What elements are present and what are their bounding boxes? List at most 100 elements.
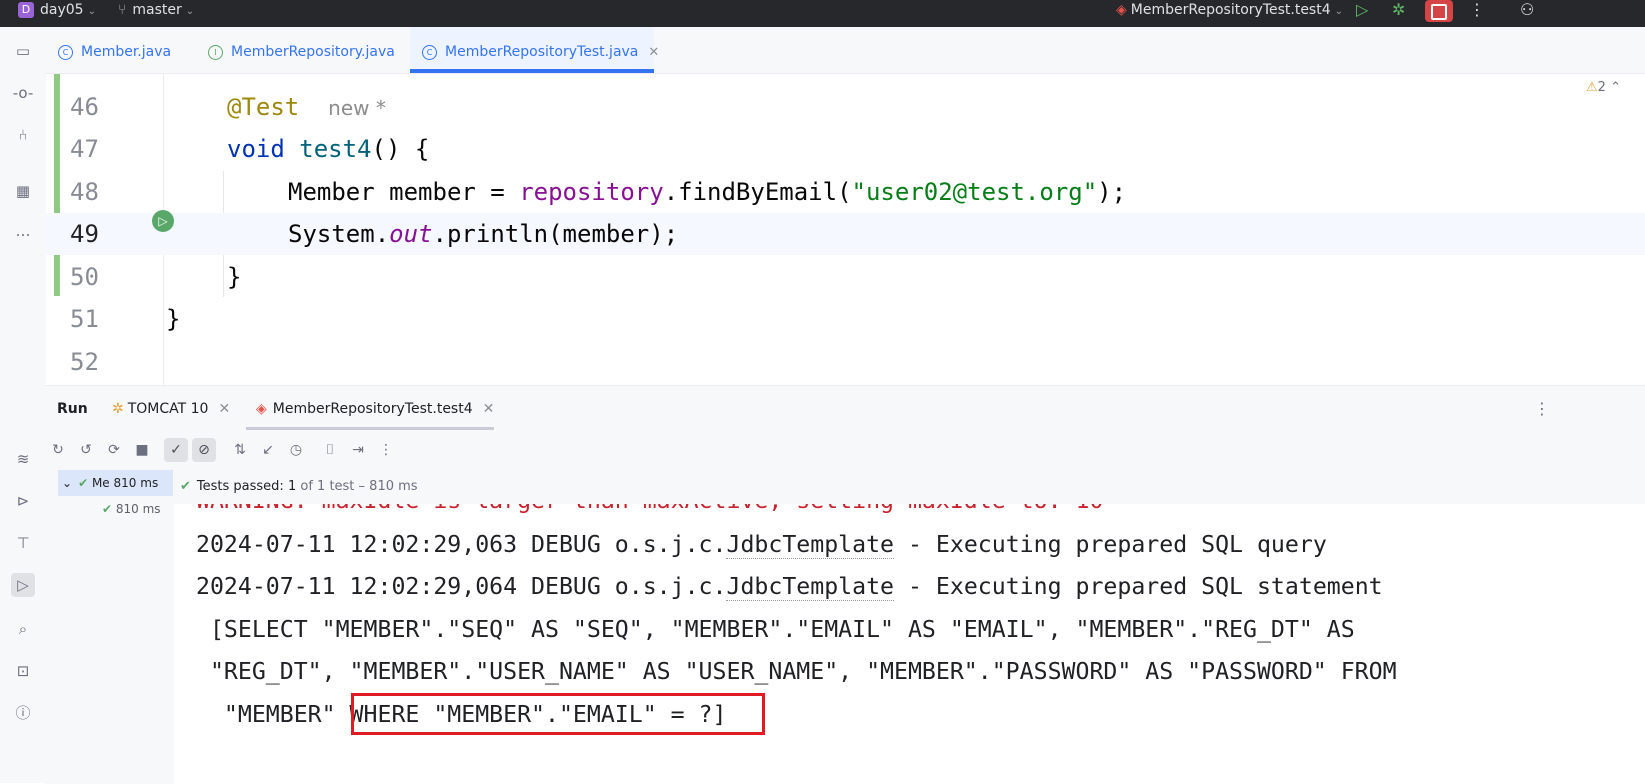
- tab-label: Member.java: [81, 44, 172, 60]
- code-line-46: 46 @Test new *: [46, 86, 1645, 128]
- editor-tabs: C Member.java I MemberRepository.java C Mem…: [46, 27, 1645, 74]
- more-icon[interactable]: ⋮: [374, 438, 398, 462]
- run-test-gutter-icon[interactable]: ▷: [152, 210, 174, 232]
- check-icon: ✔: [180, 479, 191, 494]
- close-icon[interactable]: ✕: [648, 45, 659, 60]
- branch-name: master: [132, 2, 182, 18]
- tree-root-label: Me: [91, 476, 110, 490]
- toggle-auto-test-icon[interactable]: ⟳: [102, 438, 126, 462]
- chevron-down-icon: ⌄: [87, 6, 96, 17]
- stop-icon[interactable]: ■: [130, 438, 154, 462]
- tab-test-run[interactable]: ◈ MemberRepositoryTest.test4 ✕: [246, 386, 494, 430]
- line-number: 46: [70, 93, 99, 121]
- line-number: 52: [70, 348, 99, 376]
- tab-member-java[interactable]: C Member.java: [46, 27, 183, 73]
- run-toolbar: ↻ ↺ ⟳ ■ ✓ ⊘ ⇅ ↙ ◷ ⌷ ⇥ ⋮: [46, 430, 1645, 468]
- console-warning-line: WARNING: maxIdle is larger than maxActiv…: [196, 504, 1103, 522]
- tab-label: TOMCAT 10: [127, 401, 209, 417]
- run-tool-window: Run ✲ TOMCAT 10 ✕ ◈ MemberRepositoryTest.te…: [46, 385, 1645, 784]
- check-icon: ✔: [78, 476, 89, 490]
- stop-button[interactable]: [1425, 0, 1453, 22]
- chevron-down-icon: ⌄: [1334, 6, 1344, 17]
- code-text: @Test new *: [227, 93, 386, 121]
- tab-label: MemberRepository.java: [231, 44, 395, 60]
- show-passed-icon[interactable]: ✓: [164, 438, 188, 462]
- run-tabs: Run ✲ TOMCAT 10 ✕ ◈ MemberRepositoryTest.te…: [46, 386, 1645, 430]
- commit-icon[interactable]: -o-: [11, 81, 35, 105]
- class-link: JdbcTemplate: [726, 531, 895, 559]
- check-icon: ✔: [102, 502, 113, 516]
- tree-child-row[interactable]: ✔ 810 ms: [102, 496, 161, 522]
- branch-selector[interactable]: ⑂ master ⌄: [118, 0, 194, 27]
- run-icon[interactable]: ▷: [1356, 0, 1368, 27]
- rerun-icon[interactable]: ↻: [46, 438, 70, 462]
- project-badge: D: [18, 2, 34, 18]
- code-line-48: 48 Member member = repository.findByEmai…: [46, 171, 1645, 213]
- test-class-icon: C: [422, 44, 437, 60]
- run-tool-icon[interactable]: ▷: [11, 573, 35, 597]
- code-line-49: 49 System.out.println(member);: [46, 213, 1645, 255]
- console-line: "REG_DT", "MEMBER"."USER_NAME" AS "USER_…: [196, 658, 1397, 685]
- class-icon: C: [58, 44, 73, 60]
- add-user-icon[interactable]: ⚇: [1520, 0, 1534, 27]
- pull-requests-icon[interactable]: ⑃: [11, 123, 35, 147]
- code-line-50: 50 }: [46, 256, 1645, 298]
- code-editor[interactable]: ⚠2 ⌃ 46 @Test new * 47 void test4() { 48…: [46, 74, 1645, 385]
- more-icon[interactable]: ⋮: [1469, 0, 1485, 27]
- tab-label: MemberRepositoryTest.java: [445, 44, 639, 60]
- terminal-icon[interactable]: ⊡: [11, 659, 35, 683]
- console-line: 2024-07-11 12:02:29,064 DEBUG o.s.j.c.Jd…: [196, 573, 1383, 601]
- search-icon[interactable]: ⌕: [11, 617, 35, 641]
- chevron-down-icon: ⌄: [62, 476, 73, 490]
- code-line-47: 47 void test4() {: [46, 128, 1645, 170]
- line-number: 51: [70, 305, 99, 333]
- import-icon[interactable]: ⇥: [346, 438, 370, 462]
- test-tree: ⌄ ✔ Me 810 ms ✔ 810 ms: [58, 470, 173, 784]
- console-output[interactable]: WARNING: maxIdle is larger than maxActiv…: [174, 504, 1645, 784]
- line-number: 49: [70, 220, 99, 248]
- run-title: Run: [57, 401, 88, 417]
- tab-member-repository-test-java[interactable]: C MemberRepositoryTest.java ✕: [410, 27, 659, 73]
- code-text: }: [227, 263, 242, 291]
- project-name: day05: [40, 2, 84, 18]
- chevron-down-icon: ⌄: [185, 6, 195, 17]
- tree-child-time: 810 ms: [115, 502, 161, 516]
- camera-icon[interactable]: ⌷: [318, 438, 342, 462]
- close-icon[interactable]: ✕: [483, 401, 495, 417]
- tab-tomcat[interactable]: ✲ TOMCAT 10 ✕: [112, 386, 230, 430]
- branch-icon: ⑂: [118, 2, 127, 18]
- services-icon[interactable]: ⊳: [11, 489, 35, 513]
- code-text: System.out.println(member);: [288, 220, 679, 248]
- options-icon[interactable]: ⋮: [1534, 386, 1550, 430]
- folder-icon[interactable]: ▭: [11, 39, 35, 63]
- layers-icon[interactable]: ≋: [11, 447, 35, 471]
- more-tools-icon[interactable]: …: [11, 219, 35, 243]
- show-ignored-icon[interactable]: ⊘: [192, 438, 216, 462]
- tree-root-row[interactable]: ⌄ ✔ Me 810 ms: [58, 470, 173, 496]
- structure-icon[interactable]: ▦: [11, 179, 35, 203]
- project-selector[interactable]: Dday05 ⌄: [18, 0, 96, 27]
- history-icon[interactable]: ◷: [284, 438, 308, 462]
- code-line-51: 51 }: [46, 298, 1645, 340]
- class-link: JdbcTemplate: [726, 573, 895, 601]
- tree-root-time: 810 ms: [113, 476, 159, 490]
- sort-icon[interactable]: ⇅: [228, 438, 252, 462]
- run-config-selector[interactable]: ◈ MemberRepositoryTest.test4 ⌄: [1116, 0, 1343, 27]
- run-config-name: MemberRepositoryTest.test4: [1130, 2, 1331, 18]
- problems-icon[interactable]: ⓘ: [11, 701, 35, 725]
- stop-icon: [1431, 4, 1447, 20]
- console-line: [SELECT "MEMBER"."SEQ" AS "SEQ", "MEMBER…: [196, 616, 1355, 643]
- close-icon[interactable]: ✕: [218, 401, 230, 417]
- code-text: Member member = repository.findByEmail("…: [288, 178, 1127, 206]
- build-icon[interactable]: ⊤: [11, 531, 35, 555]
- debug-icon[interactable]: ✲: [1392, 0, 1405, 27]
- code-text: }: [166, 305, 181, 333]
- rerun-failed-icon[interactable]: ↺: [74, 438, 98, 462]
- tab-member-repository-java[interactable]: I MemberRepository.java: [196, 27, 407, 73]
- line-number: 48: [70, 178, 99, 206]
- title-bar: Dday05 ⌄ ⑂ master ⌄ ◈ MemberRepositoryTest.t…: [0, 0, 1645, 27]
- test-status-line: ✔ Tests passed: 1 of 1 test – 810 ms: [174, 470, 1645, 505]
- passed-label: Tests passed:: [196, 479, 284, 494]
- collapse-icon[interactable]: ↙: [256, 438, 280, 462]
- highlight-annotation-box: [351, 693, 765, 735]
